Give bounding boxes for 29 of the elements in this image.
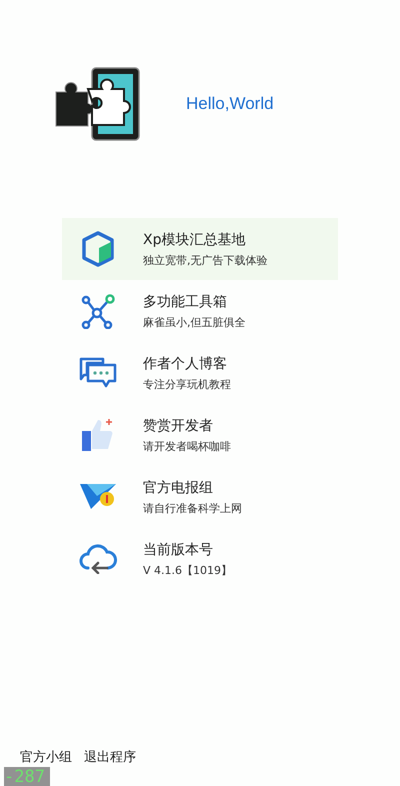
menu-item[interactable]: 赞赏开发者 请开发者喝杯咖啡 [62, 404, 338, 466]
item-subtitle: 麻雀虽小,但五脏俱全 [143, 314, 246, 330]
item-subtitle: 专注分享玩机教程 [143, 376, 231, 392]
item-title: 多功能工具箱 [143, 292, 228, 310]
item-title: Xp模块汇总基地 [143, 230, 246, 248]
menu-item[interactable]: 当前版本号 V 4.1.6【1019】 [62, 528, 338, 590]
puzzle-phone-icon [54, 67, 140, 141]
thumbs-up-icon [81, 418, 115, 452]
item-subtitle: 独立宽带,无广告下载体验 [143, 252, 268, 268]
item-title: 官方电报组 [143, 478, 214, 496]
menu-item[interactable]: 官方电报组 请自行准备科学上网 [62, 466, 338, 528]
cube-icon [81, 231, 115, 267]
chat-icon [79, 357, 117, 389]
item-subtitle: 请开发者喝杯咖啡 [143, 438, 231, 454]
menu-item[interactable]: 作者个人博客 专注分享玩机教程 [62, 342, 338, 404]
item-title: 当前版本号 [143, 540, 214, 558]
item-subtitle: 请自行准备科学上网 [143, 500, 242, 516]
menu-item[interactable]: 多功能工具箱 麻雀虽小,但五脏俱全 [62, 280, 338, 342]
footer-link[interactable]: 退出程序 [84, 748, 136, 766]
item-title: 作者个人博客 [143, 354, 228, 372]
app-title: Hello,World [186, 94, 274, 114]
debug-counter: -287 [4, 767, 50, 786]
footer-link[interactable]: 官方小组 [20, 748, 72, 766]
menu-item[interactable]: Xp模块汇总基地 独立宽带,无广告下载体验 [62, 218, 338, 280]
network-icon [81, 293, 115, 329]
item-title: 赞赏开发者 [143, 416, 214, 434]
item-subtitle: V 4.1.6【1019】 [143, 562, 232, 578]
cloud-return-icon [79, 544, 117, 574]
paper-plane-icon [79, 482, 117, 512]
